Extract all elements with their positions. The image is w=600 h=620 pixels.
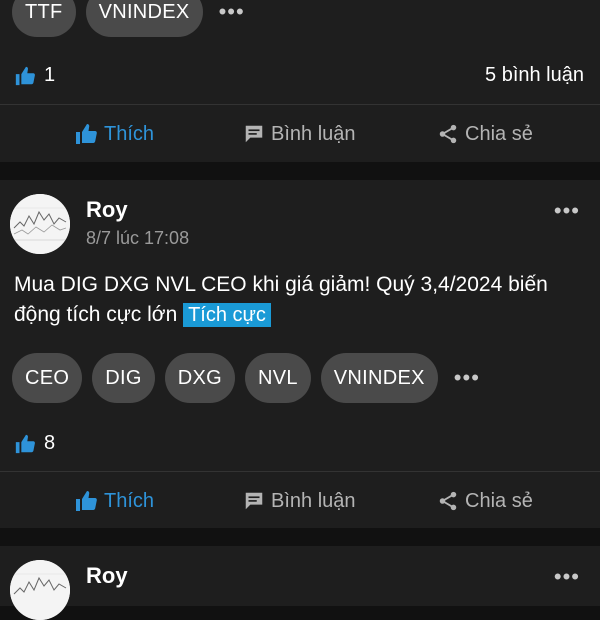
thumbs-up-icon	[76, 491, 97, 511]
share-button-label: Chia sẻ	[465, 489, 533, 512]
action-bar: Thích Bình luận Chia sẻ	[0, 473, 600, 529]
tag-chip-vnindex[interactable]: VNINDEX	[320, 353, 438, 403]
post-menu-button[interactable]: •••	[554, 200, 580, 222]
more-tags-button[interactable]: •••	[448, 367, 480, 389]
avatar[interactable]	[10, 194, 70, 254]
comment-button[interactable]: Bình luận	[243, 123, 356, 146]
divider	[0, 471, 600, 472]
post-menu-button[interactable]: •••	[554, 566, 580, 588]
more-tags-button[interactable]: •••	[213, 1, 245, 23]
like-count-value: 8	[44, 432, 56, 454]
comment-icon	[245, 125, 263, 143]
like-count: 8	[14, 432, 55, 455]
like-count: 1	[14, 64, 55, 87]
share-button[interactable]: Chia sẻ	[437, 123, 533, 146]
post-card: Roy 8/7 lúc 17:08 ••• Mua DIG DXG NVL CE…	[0, 180, 600, 528]
tag-chip-ttf[interactable]: TTF	[12, 0, 76, 37]
like-button-label: Thích	[104, 489, 155, 512]
share-icon	[439, 124, 457, 144]
thumbs-up-icon	[76, 124, 97, 144]
share-button[interactable]: Chia sẻ	[437, 490, 533, 513]
post-time: 8/7 lúc 17:08	[86, 228, 190, 248]
tag-list: TTF VNINDEX •••	[12, 0, 245, 37]
post-content-text: Mua DIG DXG NVL CEO khi giá giảm! Quý 3,…	[14, 273, 548, 326]
post-card-bottom: Roy •••	[0, 546, 600, 620]
like-button-label: Thích	[104, 122, 155, 145]
author-name[interactable]: Roy	[86, 197, 128, 223]
thumbs-up-icon	[15, 434, 35, 453]
like-count-value: 1	[44, 64, 56, 86]
comment-button-label: Bình luận	[271, 489, 356, 512]
share-button-label: Chia sẻ	[465, 122, 533, 145]
author-name[interactable]: Roy	[86, 563, 128, 589]
like-button[interactable]: Thích	[74, 122, 154, 146]
thumbs-up-icon	[15, 66, 35, 85]
sentiment-badge: Tích cực	[183, 303, 271, 327]
avatar-chart-image	[10, 560, 70, 620]
avatar[interactable]	[10, 560, 70, 620]
tag-chip-dxg[interactable]: DXG	[164, 353, 235, 403]
comment-button-label: Bình luận	[271, 122, 356, 145]
divider	[0, 104, 600, 105]
share-icon	[439, 491, 457, 511]
comment-icon	[245, 492, 263, 510]
post-card-top: TTF VNINDEX ••• 1 5 bình luận Thích Bình…	[0, 0, 600, 162]
tag-chip-ceo[interactable]: CEO	[12, 353, 83, 403]
tag-chip-dig[interactable]: DIG	[92, 353, 155, 403]
avatar-chart-image	[10, 194, 70, 254]
tag-chip-nvl[interactable]: NVL	[244, 353, 311, 403]
comment-button[interactable]: Bình luận	[243, 490, 356, 513]
like-button[interactable]: Thích	[74, 489, 154, 513]
post-content: Mua DIG DXG NVL CEO khi giá giảm! Quý 3,…	[14, 270, 584, 330]
comment-count[interactable]: 5 bình luận	[485, 64, 584, 87]
tag-list: CEO DIG DXG NVL VNINDEX •••	[12, 353, 480, 403]
action-bar: Thích Bình luận Chia sẻ	[0, 106, 600, 162]
tag-chip-vnindex[interactable]: VNINDEX	[85, 0, 203, 37]
